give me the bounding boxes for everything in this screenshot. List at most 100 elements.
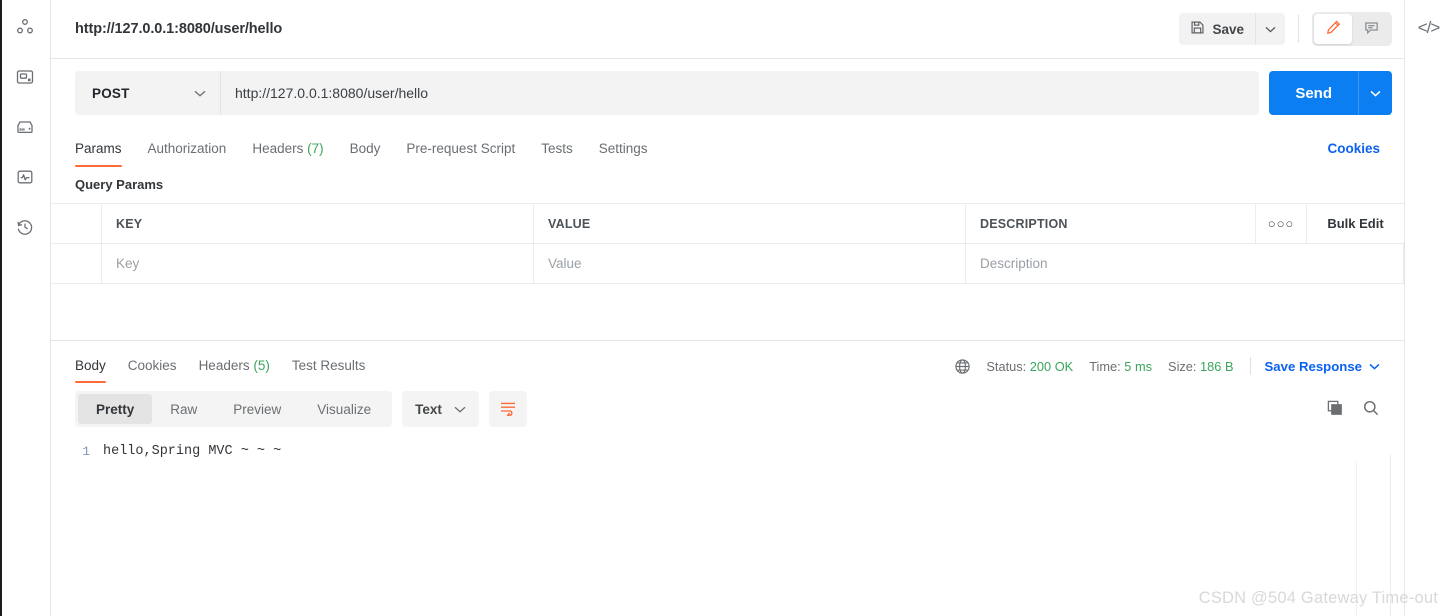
- save-dropdown-button[interactable]: [1255, 13, 1285, 45]
- tab-headers-count: (7): [307, 141, 324, 156]
- response-tab-cookies[interactable]: Cookies: [117, 358, 188, 383]
- code-snippet-icon[interactable]: </>: [1418, 18, 1441, 38]
- save-button[interactable]: Save: [1179, 13, 1255, 45]
- method-label: POST: [92, 85, 130, 101]
- select-all-cell: [51, 204, 102, 243]
- column-header-description-label: DESCRIPTION: [980, 216, 1068, 231]
- tab-authorization[interactable]: Authorization: [135, 141, 240, 167]
- send-dropdown-button[interactable]: [1358, 71, 1392, 115]
- response-toolbar-right: [1326, 399, 1380, 420]
- main-panel: http://127.0.0.1:8080/user/hello Save PO…: [51, 0, 1405, 616]
- status-label: Status:: [986, 358, 1027, 374]
- comment-mode-button[interactable]: [1352, 14, 1390, 44]
- row-description-cell[interactable]: Description: [966, 244, 1404, 283]
- save-disk-icon: [1190, 20, 1205, 38]
- search-button[interactable]: [1362, 399, 1380, 420]
- ellipsis-icon: ○○○: [1267, 216, 1295, 231]
- description-placeholder: Description: [980, 256, 1048, 271]
- tab-pre-request-script-label: Pre-request Script: [406, 141, 516, 156]
- apis-icon: [15, 67, 35, 87]
- header-divider: [1298, 15, 1299, 43]
- save-button-group: Save: [1179, 13, 1285, 45]
- chevron-down-icon: [1265, 26, 1276, 33]
- sidebar-item-history[interactable]: [8, 210, 42, 244]
- tab-params-label: Params: [75, 141, 122, 156]
- sidebar-item-monitors[interactable]: [8, 160, 42, 194]
- window-left-edge: [0, 0, 2, 616]
- response-tab-cookies-label: Cookies: [127, 358, 177, 373]
- view-toggle-group: [1312, 12, 1392, 46]
- view-mode-visualize[interactable]: Visualize: [299, 394, 389, 424]
- params-spacer: [51, 284, 1404, 340]
- response-tab-test-results[interactable]: Test Results: [281, 358, 377, 383]
- copy-icon: [1326, 399, 1344, 420]
- comment-icon: [1363, 19, 1380, 39]
- value-placeholder: Value: [548, 256, 582, 271]
- line-number-gutter: 1: [82, 444, 90, 459]
- time-value: 5 ms: [1124, 358, 1153, 374]
- chevron-down-icon: [194, 90, 206, 97]
- copy-button[interactable]: [1326, 399, 1344, 420]
- column-header-value: VALUE: [534, 204, 966, 243]
- size-label: Size:: [1168, 358, 1197, 374]
- tab-body[interactable]: Body: [337, 141, 394, 167]
- table-header-row: KEY VALUE DESCRIPTION ○○○ Bulk Edit: [51, 204, 1404, 244]
- tab-headers-label: Headers: [252, 141, 304, 156]
- view-mode-preview[interactable]: Preview: [215, 394, 299, 424]
- column-header-value-label: VALUE: [548, 216, 591, 231]
- view-mode-pretty[interactable]: Pretty: [78, 394, 153, 424]
- response-tab-body[interactable]: Body: [75, 358, 117, 383]
- column-header-description: DESCRIPTION: [966, 204, 1256, 243]
- response-panel: Body Cookies Headers (5) Test Results St…: [51, 340, 1404, 616]
- method-url-group: POST: [75, 71, 1260, 115]
- edit-mode-button[interactable]: [1314, 14, 1352, 44]
- tab-pre-request-script[interactable]: Pre-request Script: [393, 141, 528, 167]
- response-toolbar: Pretty Raw Preview Visualize Text: [51, 383, 1404, 435]
- key-placeholder: Key: [116, 256, 140, 271]
- left-sidebar: [0, 0, 51, 616]
- size-value: 186 B: [1200, 358, 1234, 374]
- sidebar-item-mock-servers[interactable]: [8, 110, 42, 144]
- format-select[interactable]: Text: [402, 391, 479, 427]
- page-title: http://127.0.0.1:8080/user/hello: [75, 21, 283, 37]
- send-button-group: Send: [1269, 71, 1392, 115]
- sidebar-item-apis[interactable]: [8, 60, 42, 94]
- mock-servers-icon: [15, 117, 35, 137]
- status-badge: Status: 200 OK: [986, 359, 1073, 374]
- tab-settings-label: Settings: [598, 141, 648, 156]
- globe-icon[interactable]: [954, 358, 971, 375]
- cookies-link[interactable]: Cookies: [1327, 141, 1380, 167]
- save-response-button[interactable]: Save Response: [1265, 359, 1381, 374]
- tab-headers[interactable]: Headers (7): [239, 141, 336, 167]
- save-response-label: Save Response: [1264, 358, 1363, 374]
- monitors-icon: [15, 167, 35, 187]
- tab-body-label: Body: [349, 141, 381, 156]
- send-button[interactable]: Send: [1269, 71, 1358, 115]
- row-value-cell[interactable]: Value: [534, 244, 966, 283]
- sidebar-item-collections[interactable]: [8, 10, 42, 44]
- tab-tests[interactable]: Tests: [528, 141, 586, 167]
- table-row: Key Value Description: [51, 244, 1404, 284]
- header-actions: Save: [1179, 12, 1392, 46]
- response-scrollbar[interactable]: [1390, 455, 1391, 616]
- tab-params[interactable]: Params: [75, 141, 135, 167]
- bulk-edit-button[interactable]: Bulk Edit: [1307, 204, 1404, 243]
- query-params-label: Query Params: [75, 177, 164, 192]
- search-icon: [1362, 399, 1380, 420]
- status-value: 200 OK: [1029, 358, 1074, 374]
- time-label: Time:: [1089, 358, 1121, 374]
- url-input[interactable]: [221, 71, 1260, 115]
- tab-settings[interactable]: Settings: [586, 141, 661, 167]
- time-badge: Time: 5 ms: [1089, 359, 1152, 374]
- row-checkbox-cell[interactable]: [51, 244, 102, 283]
- method-select[interactable]: POST: [75, 71, 221, 115]
- history-icon: [15, 217, 35, 237]
- view-mode-raw[interactable]: Raw: [152, 394, 215, 424]
- row-key-cell[interactable]: Key: [102, 244, 534, 283]
- table-more-options-button[interactable]: ○○○: [1256, 204, 1307, 243]
- wrap-lines-button[interactable]: [488, 391, 527, 427]
- response-body-text: hello,Spring MVC ~ ~ ~: [103, 444, 282, 459]
- response-body: 1 hello,Spring MVC ~ ~ ~: [51, 435, 1404, 616]
- response-tab-headers[interactable]: Headers (5): [188, 358, 281, 383]
- save-button-label: Save: [1212, 21, 1244, 37]
